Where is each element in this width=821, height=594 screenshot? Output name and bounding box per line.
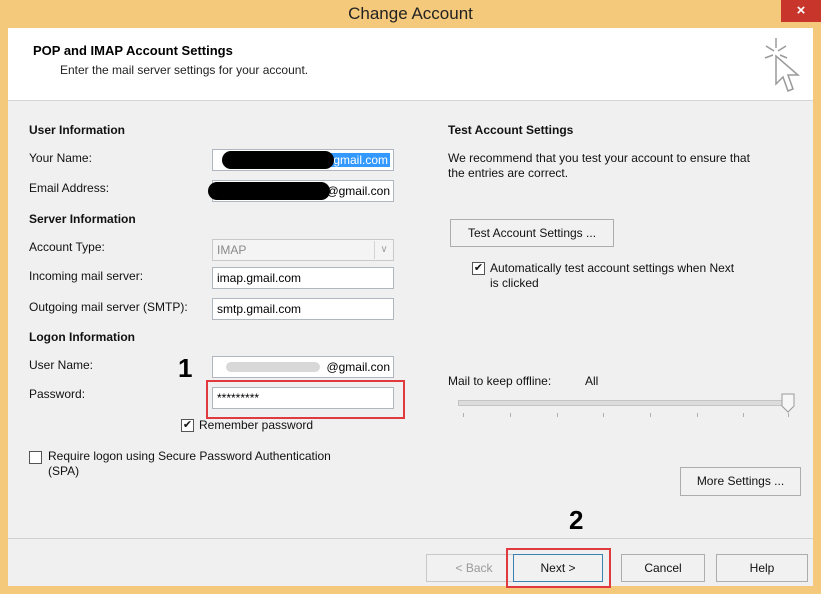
account-type-label: Account Type: — [29, 240, 105, 254]
auto-test-label-line2: is clicked — [490, 276, 539, 290]
slider-tick — [697, 413, 698, 417]
test-account-settings-button[interactable]: Test Account Settings ... — [450, 219, 614, 247]
account-type-select: IMAP — [212, 239, 394, 261]
slider-thumb[interactable] — [781, 393, 795, 413]
test-description-line2: the entries are correct. — [448, 166, 569, 180]
window-title: Change Account — [348, 4, 473, 23]
slider-tick — [510, 413, 511, 417]
mail-offline-slider-track[interactable] — [458, 400, 790, 406]
user-name-visible-text: @gmail.con — [326, 360, 390, 374]
user-name-label: User Name: — [29, 358, 94, 372]
cancel-button[interactable]: Cancel — [621, 554, 705, 582]
test-settings-heading: Test Account Settings — [448, 123, 574, 137]
email-address-label: Email Address: — [29, 181, 110, 195]
incoming-server-label: Incoming mail server: — [29, 269, 144, 283]
server-info-heading: Server Information — [29, 212, 136, 226]
redaction-bar — [222, 151, 334, 169]
next-button[interactable]: Next > — [513, 554, 603, 582]
footer-divider — [8, 538, 813, 539]
spa-label-line2: (SPA) — [48, 464, 80, 478]
password-input[interactable]: ********* — [212, 387, 394, 409]
password-label: Password: — [29, 387, 86, 401]
chevron-down-icon: ∨ — [374, 241, 393, 259]
user-info-heading: User Information — [29, 123, 126, 137]
remember-password-label: Remember password — [199, 418, 314, 432]
logon-info-heading: Logon Information — [29, 330, 135, 344]
your-name-visible-text: gmail.com — [331, 153, 390, 167]
cursor-sparkle-icon — [764, 38, 801, 92]
slider-tick — [603, 413, 604, 417]
blurred-username — [226, 362, 320, 372]
slider-tick — [788, 413, 789, 417]
email-visible-text: @gmail.con — [326, 184, 390, 198]
outgoing-server-input[interactable]: smtp.gmail.com — [212, 298, 394, 320]
spa-checkbox[interactable] — [29, 451, 42, 464]
outgoing-server-label: Outgoing mail server (SMTP): — [29, 300, 188, 314]
mail-offline-value: All — [585, 374, 599, 388]
close-button[interactable]: × — [781, 0, 821, 22]
remember-password-checkbox[interactable]: ✔ — [181, 419, 194, 432]
title-bar: Change Account — [0, 0, 821, 28]
auto-test-label-line1: Automatically test account settings when… — [490, 261, 735, 275]
auto-test-checkbox[interactable]: ✔ — [472, 262, 485, 275]
step-1-marker: 1 — [178, 353, 193, 383]
spa-label-line1: Require logon using Secure Password Auth… — [48, 449, 331, 463]
step-2-marker: 2 — [569, 505, 584, 535]
mail-offline-label: Mail to keep offline: — [448, 374, 552, 388]
slider-tick — [463, 413, 464, 417]
redaction-bar — [208, 182, 330, 200]
header-subtitle: Enter the mail server settings for your … — [60, 63, 309, 77]
slider-tick — [650, 413, 651, 417]
header-title: POP and IMAP Account Settings — [33, 43, 233, 58]
your-name-label: Your Name: — [29, 151, 92, 165]
test-description-line1: We recommend that you test your account … — [448, 151, 750, 165]
help-button[interactable]: Help — [716, 554, 808, 582]
slider-tick — [743, 413, 744, 417]
incoming-server-input[interactable]: imap.gmail.com — [212, 267, 394, 289]
slider-tick — [557, 413, 558, 417]
more-settings-button[interactable]: More Settings ... — [680, 467, 801, 496]
account-type-value: IMAP — [217, 243, 247, 257]
